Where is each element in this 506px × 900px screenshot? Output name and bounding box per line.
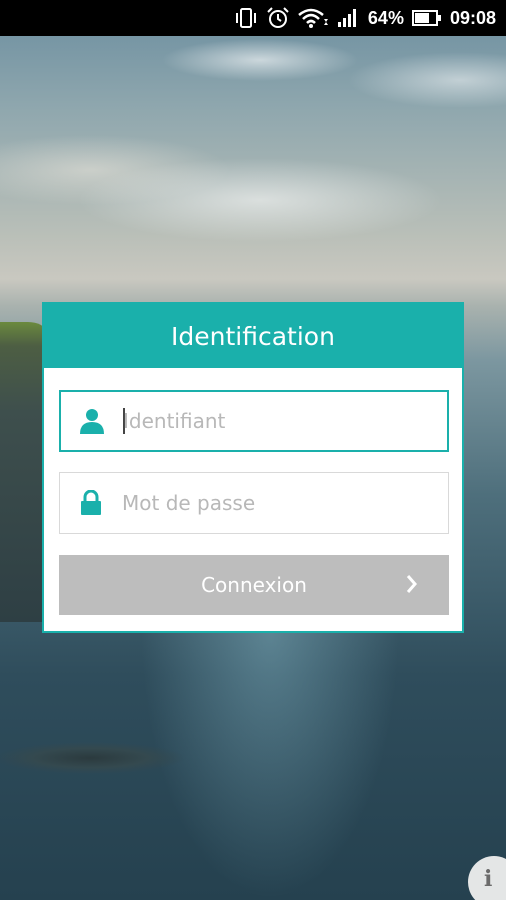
login-title: Identification	[171, 321, 335, 351]
battery-percent: 64%	[367, 7, 404, 28]
lock-icon	[60, 490, 122, 516]
login-button[interactable]: Connexion	[59, 555, 449, 615]
password-field[interactable]	[59, 472, 449, 534]
username-input[interactable]	[123, 401, 423, 441]
status-bar: 64% 09:08	[0, 0, 506, 36]
wifi-icon	[298, 7, 328, 29]
login-header: Identification	[44, 304, 462, 368]
battery-icon	[411, 9, 442, 27]
username-field[interactable]	[59, 390, 449, 452]
password-input[interactable]	[122, 483, 422, 523]
cliff	[0, 322, 46, 622]
vibrate-icon	[234, 8, 258, 28]
clock-time: 09:08	[449, 7, 496, 28]
info-icon: i	[484, 866, 493, 892]
rocks	[0, 738, 190, 776]
user-icon	[61, 408, 123, 434]
chevron-right-icon	[405, 573, 419, 598]
signal-icon	[336, 8, 360, 28]
login-card: Identification Connexion	[42, 302, 464, 633]
alarm-icon	[266, 7, 290, 29]
login-button-label: Connexion	[201, 573, 307, 597]
